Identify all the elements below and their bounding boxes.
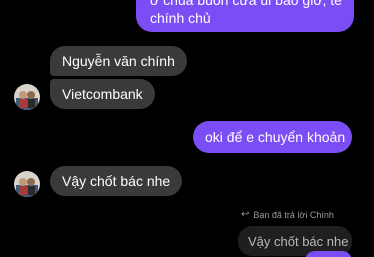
message-bubble-sent-partial[interactable] bbox=[305, 251, 352, 257]
message-text: Nguyễn văn chính bbox=[62, 53, 175, 69]
message-bubble-received[interactable]: Vietcombank bbox=[50, 79, 155, 109]
message-text-line: ở chùa buồn cửa ủi bảo giờ, tê bbox=[150, 0, 342, 8]
message-bubble-received[interactable]: Nguyễn văn chính bbox=[50, 46, 187, 76]
contact-avatar[interactable] bbox=[14, 84, 40, 110]
message-bubble-received[interactable]: Vậy chốt bác nhe bbox=[50, 166, 183, 196]
message-text: Vậy chốt bác nhe bbox=[62, 173, 171, 189]
contact-avatar[interactable] bbox=[14, 171, 40, 197]
message-bubble-sent[interactable]: oki để e chuyển khoản bbox=[193, 121, 352, 153]
message-bubble-sent[interactable]: ở chùa buồn cửa ủi bảo giờ, tê chính chủ bbox=[136, 0, 354, 32]
message-text-line: chính chủ bbox=[150, 10, 211, 26]
reply-note-text: Bạn đã trả lời Chính bbox=[253, 209, 334, 220]
message-text: oki để e chuyển khoản bbox=[205, 129, 346, 145]
message-text: Vietcombank bbox=[62, 86, 143, 102]
reply-indicator: ↩ Bạn đã trả lời Chính bbox=[241, 209, 334, 220]
reply-icon: ↩ bbox=[241, 209, 250, 220]
quoted-text: Vậy chốt bác nhe bbox=[248, 234, 349, 249]
